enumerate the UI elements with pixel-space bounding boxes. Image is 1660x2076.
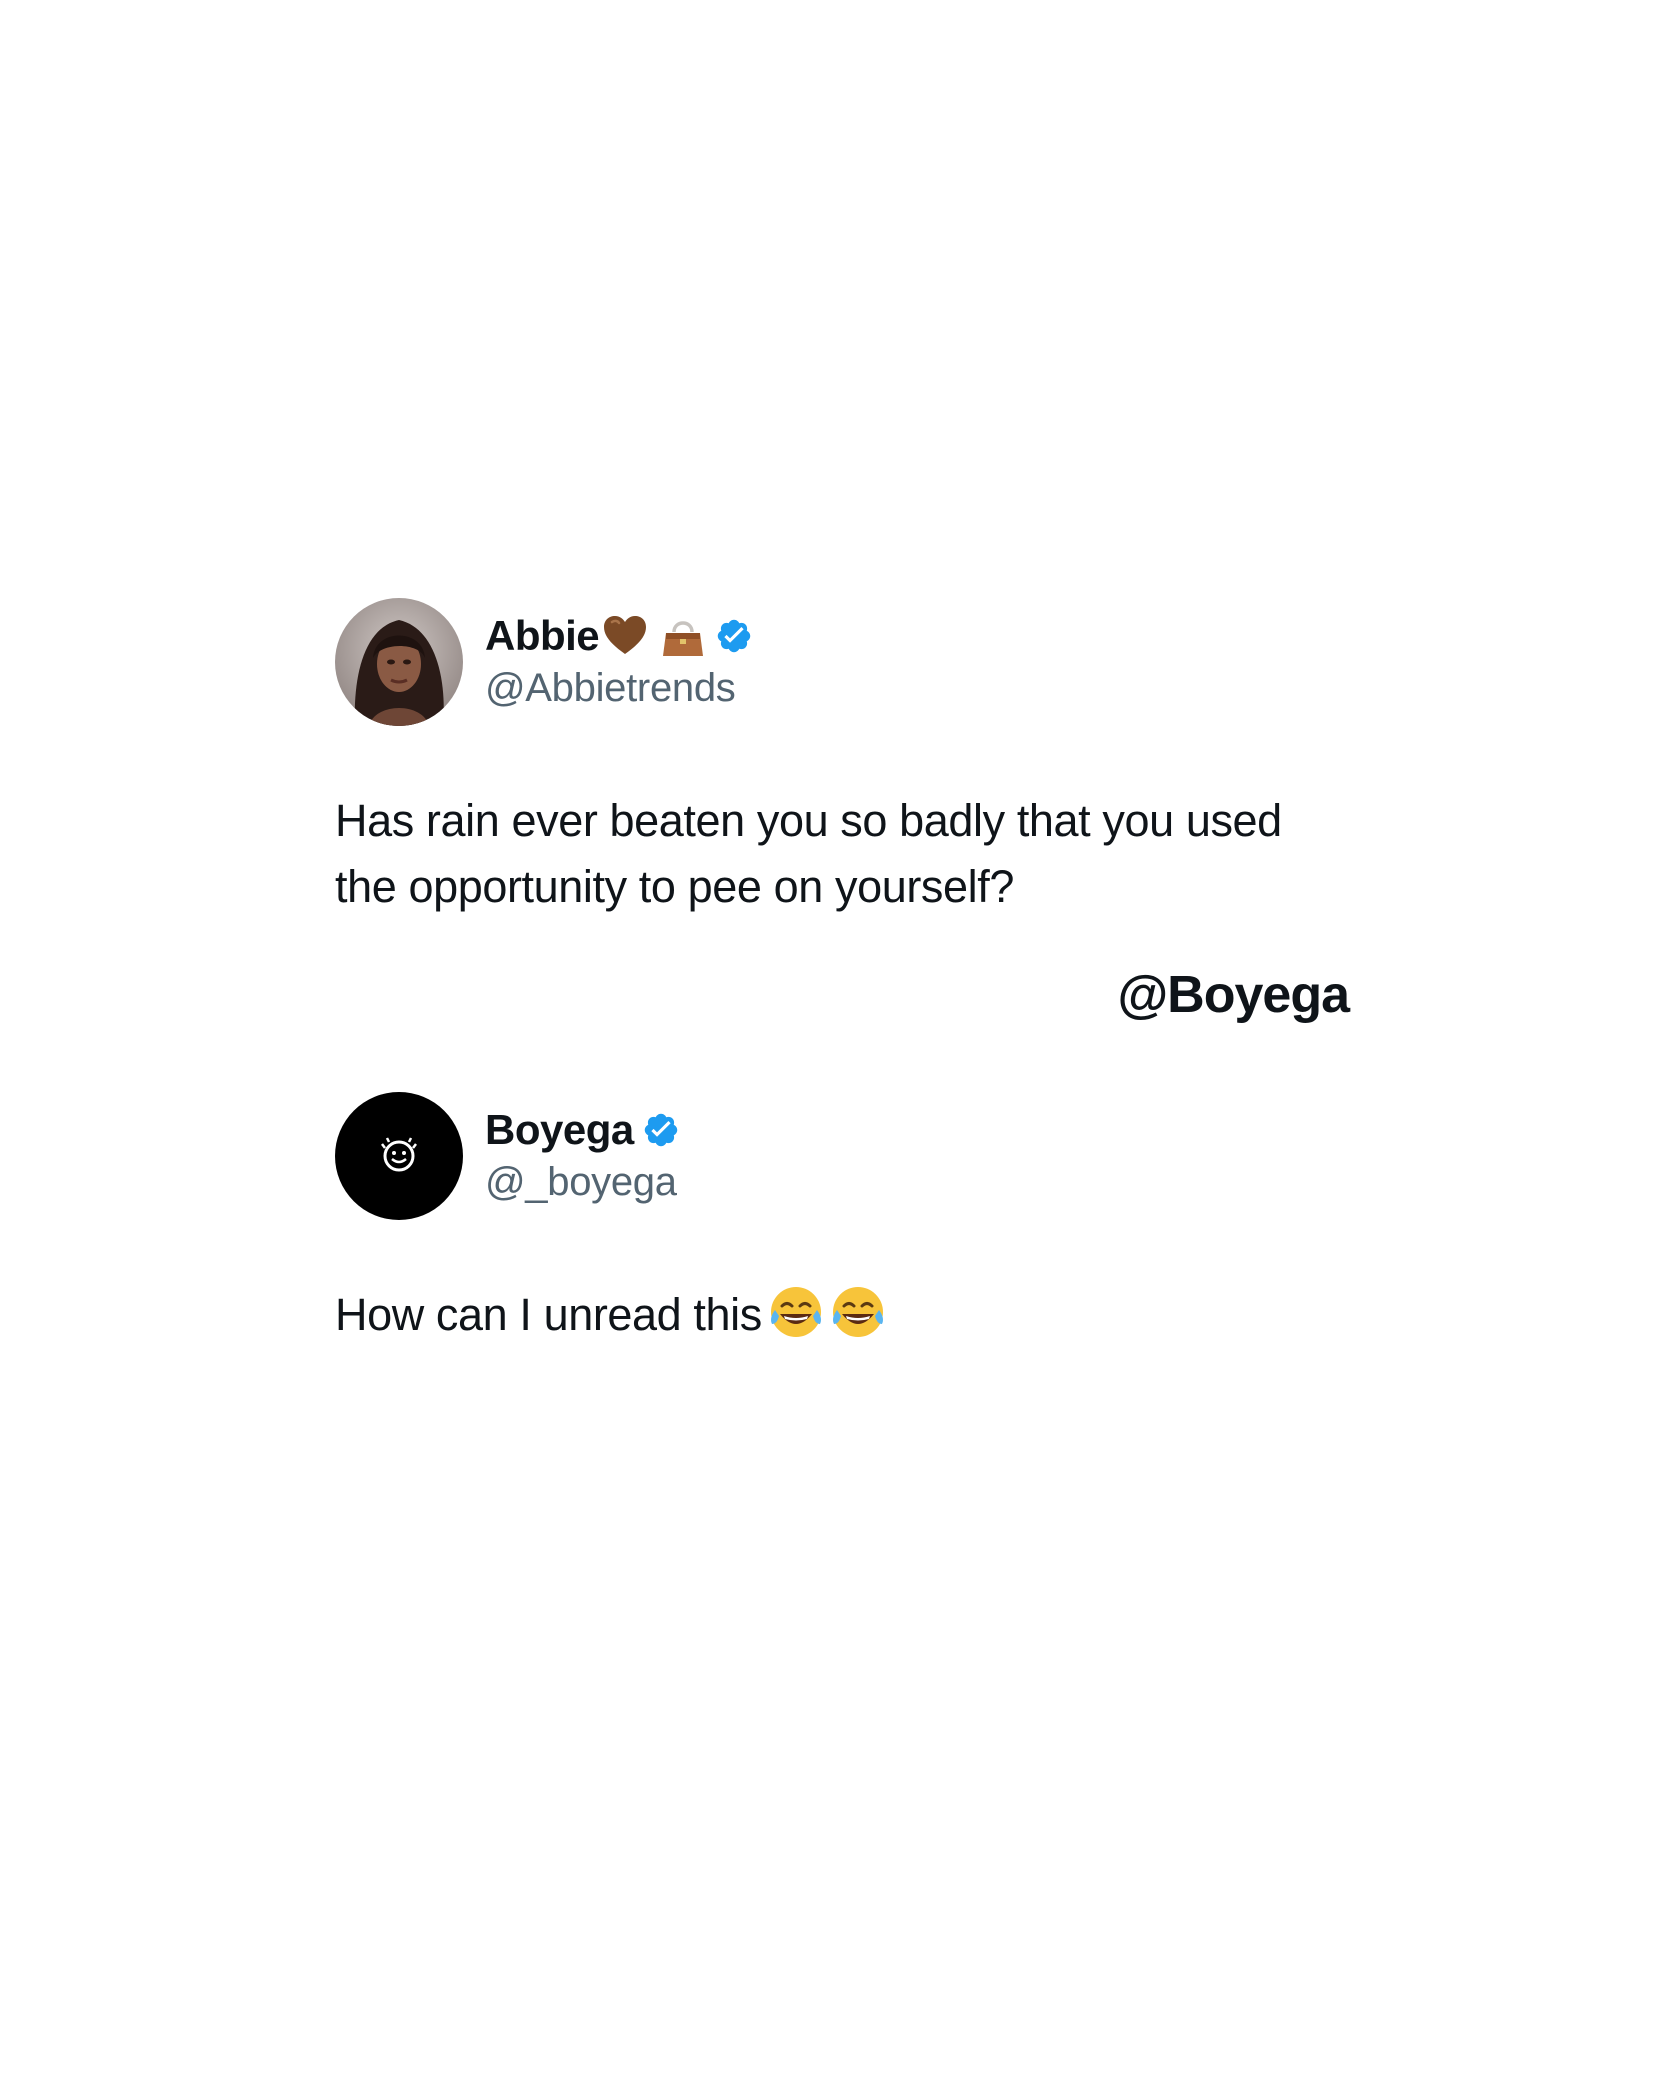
display-name-row: Abbie	[485, 610, 753, 662]
handbag-icon	[659, 612, 707, 660]
tweet-text-line: Has rain ever beaten you so badly that y…	[335, 795, 1282, 846]
face-with-tears-of-joy-icon	[828, 1282, 888, 1342]
display-name[interactable]: Boyega	[485, 1106, 634, 1154]
face-with-tears-of-joy-icon	[766, 1282, 826, 1342]
tweet-text-line: How can I unread this	[335, 1289, 762, 1340]
verified-badge-icon	[642, 1111, 680, 1149]
tweet-text: Has rain ever beaten you so badly that y…	[335, 788, 1282, 920]
avatar[interactable]	[335, 598, 463, 726]
display-name-row: Boyega	[485, 1104, 680, 1156]
tweet-header: Abbie @Abbietrends	[335, 598, 1335, 728]
tweet-text: How can I unread this	[335, 1282, 888, 1348]
display-name[interactable]: Abbie	[485, 612, 600, 660]
watermark: @Boyega	[1117, 966, 1350, 1024]
tweet-names: Abbie @Abbietrends	[485, 610, 753, 711]
handle[interactable]: @Abbietrends	[485, 666, 753, 711]
tweet-text-line: the opportunity to pee on yourself?	[335, 861, 1014, 912]
verified-badge-icon	[715, 617, 753, 655]
tweet-names: Boyega @_boyega	[485, 1104, 680, 1205]
tweet-header: Boyega @_boyega	[335, 1092, 1335, 1222]
avatar[interactable]	[335, 1092, 463, 1220]
brown-heart-icon	[601, 612, 649, 660]
handle[interactable]: @_boyega	[485, 1160, 680, 1205]
